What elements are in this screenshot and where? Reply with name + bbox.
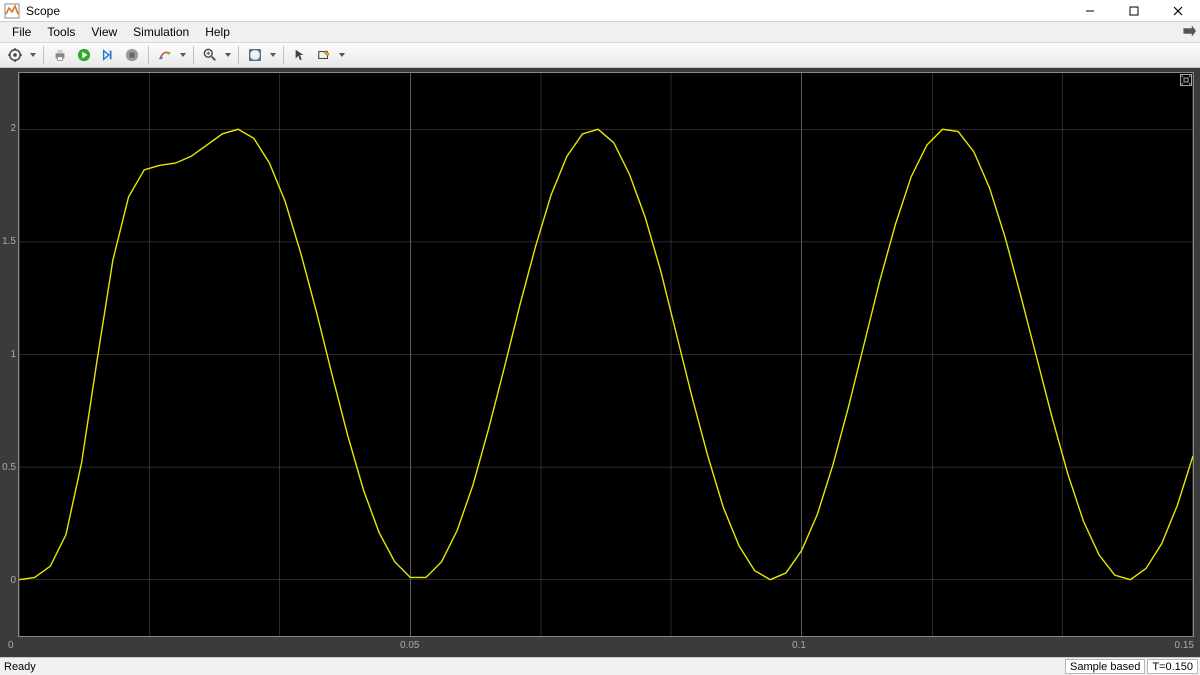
- y-tick-label: 0: [2, 575, 16, 586]
- toolbar-separator: [43, 46, 44, 64]
- toolbar-separator: [148, 46, 149, 64]
- run-button[interactable]: [73, 44, 95, 66]
- configure-dropdown[interactable]: [28, 44, 38, 66]
- minimize-button[interactable]: [1068, 0, 1112, 22]
- zoom-button[interactable]: [199, 44, 221, 66]
- plot-area[interactable]: [18, 72, 1194, 637]
- menu-file[interactable]: File: [4, 23, 39, 41]
- autoscale-dropdown[interactable]: [268, 44, 278, 66]
- zoom-dropdown[interactable]: [223, 44, 233, 66]
- y-tick-label: 2: [2, 123, 16, 134]
- y-tick-label: 1: [2, 349, 16, 360]
- highlight-dropdown[interactable]: [178, 44, 188, 66]
- cursor-button[interactable]: [289, 44, 311, 66]
- toolbar-separator: [283, 46, 284, 64]
- x-tick-label: 0.05: [400, 640, 419, 651]
- x-tick-label: 0.1: [792, 640, 806, 651]
- titlebar: Scope: [0, 0, 1200, 22]
- x-tick-label: 0: [8, 640, 14, 651]
- close-button[interactable]: [1156, 0, 1200, 22]
- status-time: T=0.150: [1147, 659, 1198, 674]
- y-tick-label: 1.5: [2, 236, 16, 247]
- menubar: File Tools View Simulation Help: [0, 22, 1200, 42]
- menu-view[interactable]: View: [83, 23, 125, 41]
- x-tick-label: 0.15: [1175, 640, 1194, 651]
- menu-tools[interactable]: Tools: [39, 23, 83, 41]
- annotate-button[interactable]: [313, 44, 335, 66]
- status-ready: Ready: [2, 661, 1063, 673]
- menu-help[interactable]: Help: [197, 23, 238, 41]
- toolbar-separator: [238, 46, 239, 64]
- toolbar: [0, 42, 1200, 68]
- maximize-button[interactable]: [1112, 0, 1156, 22]
- expand-icon[interactable]: [1180, 74, 1192, 86]
- scope-panel: 0 0.5 1 1.5 2 0 0.05 0.1 0.15: [0, 68, 1200, 657]
- menu-simulation[interactable]: Simulation: [125, 23, 197, 41]
- statusbar: Ready Sample based T=0.150: [0, 657, 1200, 675]
- window-title: Scope: [26, 4, 60, 18]
- highlight-button[interactable]: [154, 44, 176, 66]
- app-icon: [4, 3, 20, 19]
- print-button[interactable]: [49, 44, 71, 66]
- autoscale-button[interactable]: [244, 44, 266, 66]
- pin-icon[interactable]: [1182, 24, 1196, 38]
- status-mode: Sample based: [1065, 659, 1145, 674]
- configure-button[interactable]: [4, 44, 26, 66]
- toolbar-separator: [193, 46, 194, 64]
- y-tick-label: 0.5: [2, 462, 16, 473]
- annotate-dropdown[interactable]: [337, 44, 347, 66]
- stop-button[interactable]: [121, 44, 143, 66]
- step-forward-button[interactable]: [97, 44, 119, 66]
